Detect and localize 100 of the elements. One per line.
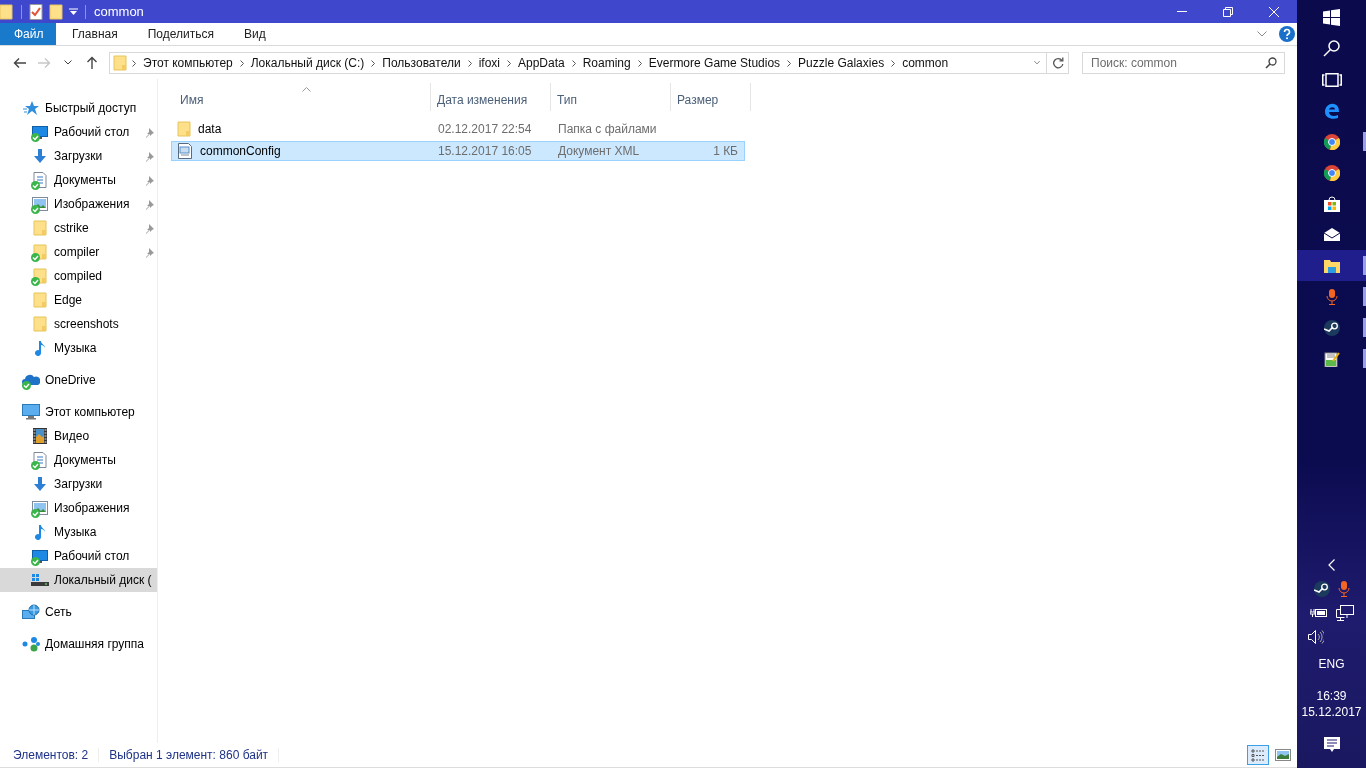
round-browser-icon: [1323, 164, 1340, 181]
nav-item[interactable]: Изображения: [0, 192, 157, 216]
chevron-right-icon: [132, 59, 136, 67]
shopping-bag-icon: [1323, 195, 1340, 212]
show-hidden-icons-button[interactable]: [1328, 559, 1335, 571]
dropdown-icon: [69, 7, 78, 16]
microphone-icon: [1337, 581, 1350, 597]
microphone-tray-button[interactable]: [1337, 581, 1350, 597]
music-note-icon: [34, 524, 46, 540]
microphone-icon: [1325, 288, 1338, 305]
picture-icon: [1275, 749, 1291, 761]
folder-icon: [33, 292, 47, 308]
type-cell-text: Папка с файлами: [557, 122, 658, 136]
folder-icon: [33, 220, 47, 236]
nav-item[interactable]: Музыка: [0, 520, 157, 544]
nav-item[interactable]: OneDrive: [0, 368, 157, 392]
up-arrow-icon: [86, 55, 98, 70]
window-title: common: [94, 4, 145, 19]
language-button[interactable]: ENG: [1318, 657, 1345, 671]
sort-ascending-icon: [302, 87, 311, 92]
chevron-down-icon: [1034, 60, 1040, 65]
nav-item[interactable]: cstrike: [0, 216, 157, 240]
close-icon: [1269, 6, 1279, 17]
battery-plug-icon: [1309, 607, 1328, 619]
chevron-left-icon: [1328, 559, 1335, 571]
breadcrumb[interactable]: Roaming: [580, 55, 633, 70]
round-browser-icon: [1323, 133, 1340, 150]
ribbon-tab[interactable]: Поделиться: [133, 23, 228, 45]
breadcrumb[interactable]: ifoxi: [476, 55, 502, 70]
date-cell-text: 02.12.2017 22:54: [437, 122, 533, 136]
file-row[interactable]: commonConfig 15.12.2017 16:05 Документ XML 1 КБ: [171, 141, 745, 161]
nav-item[interactable]: Документы: [0, 168, 157, 192]
e-logo-icon: [1323, 102, 1340, 119]
nav-item[interactable]: screenshots: [0, 312, 157, 336]
search-icon: [1323, 40, 1340, 57]
file-name: data: [198, 122, 222, 136]
search-field[interactable]: Поиск: common: [1082, 51, 1285, 74]
chevron-right-icon: [571, 59, 576, 67]
xml-file-icon: [177, 143, 193, 159]
ribbon-tab[interactable]: Вид: [229, 23, 280, 45]
nav-item[interactable]: Загрузки: [0, 144, 157, 168]
nav-item[interactable]: compiler: [0, 240, 157, 264]
file-explorer-button[interactable]: [1297, 250, 1366, 281]
breadcrumb[interactable]: common: [900, 55, 951, 70]
file-name: commonConfig: [200, 144, 281, 158]
nav-item[interactable]: Загрузки: [0, 472, 157, 496]
speaker-icon: [1308, 630, 1324, 644]
column-header[interactable]: Дата изменения: [431, 83, 551, 111]
file-row[interactable]: data 02.12.2017 22:54 Папка с файлами: [171, 119, 745, 139]
details-view-button[interactable]: [1247, 745, 1269, 765]
drive-icon: [31, 573, 49, 587]
size-cell-text: 1 КБ: [712, 144, 739, 158]
breadcrumb[interactable]: Evermore Game Studios: [646, 55, 783, 70]
chevron-right-icon: [891, 59, 896, 67]
restore-icon: [1223, 6, 1233, 17]
battery-button[interactable]: [1309, 607, 1328, 619]
folder-icon: [113, 54, 127, 71]
download-arrow-icon: [32, 148, 48, 164]
refresh-icon: [1051, 56, 1064, 69]
volume-button[interactable]: [1308, 630, 1324, 644]
homegroup-icon: [22, 636, 40, 652]
refresh-button[interactable]: [1047, 51, 1069, 74]
address-bar[interactable]: Этот компьютер Локальный диск (C:) Пользователи ifoxi AppData Roaming Evermore Game Studios Puzzle Galaxies common: [109, 51, 1047, 74]
column-header[interactable]: Тип: [551, 83, 671, 111]
nav-item[interactable]: Документы: [0, 448, 157, 472]
task-view-icon: [1321, 72, 1342, 87]
folder-icon: [177, 121, 191, 137]
nav-item[interactable]: Локальный диск (: [0, 568, 157, 592]
network-monitor-icon: [1335, 605, 1354, 621]
nav-item[interactable]: Рабочий стол: [0, 120, 157, 144]
status-text: Элементов: 2: [13, 748, 100, 762]
nav-item[interactable]: Домашняя группа: [0, 632, 157, 656]
breadcrumb[interactable]: Puzzle Galaxies: [796, 55, 887, 70]
nav-item[interactable]: Быстрый доступ: [0, 96, 157, 120]
breadcrumb[interactable]: Локальный диск (C:): [248, 55, 367, 70]
nav-item[interactable]: Сеть: [0, 600, 157, 624]
computer-icon: [22, 404, 40, 420]
envelope-icon: [1323, 228, 1340, 241]
nav-item[interactable]: compiled: [0, 264, 157, 288]
star-icon: [23, 100, 39, 116]
ribbon-tab[interactable]: Главная: [58, 23, 132, 45]
nav-item[interactable]: Изображения: [0, 496, 157, 520]
column-header[interactable]: Имя: [174, 83, 431, 111]
nav-item[interactable]: Этот компьютер: [0, 400, 157, 424]
file-menu-tab[interactable]: Файл: [0, 23, 56, 45]
nav-item[interactable]: Рабочий стол: [0, 544, 157, 568]
back-arrow-icon: [13, 56, 27, 69]
chevron-right-icon: [506, 59, 511, 67]
network-button[interactable]: [1335, 605, 1354, 621]
breadcrumb[interactable]: Пользователи: [380, 55, 463, 70]
clock-button[interactable]: 16:39 15.12.2017: [1301, 689, 1362, 719]
chevron-right-icon: [637, 59, 642, 67]
nav-item[interactable]: Edge: [0, 288, 157, 312]
chevron-right-icon: [371, 59, 376, 67]
folder-icon: [1323, 258, 1340, 273]
nav-item[interactable]: Видео: [0, 424, 157, 448]
breadcrumb[interactable]: Этот компьютер: [141, 55, 235, 70]
nav-item[interactable]: Музыка: [0, 336, 157, 360]
breadcrumb[interactable]: AppData: [515, 55, 567, 70]
column-header[interactable]: Размер: [671, 83, 751, 111]
